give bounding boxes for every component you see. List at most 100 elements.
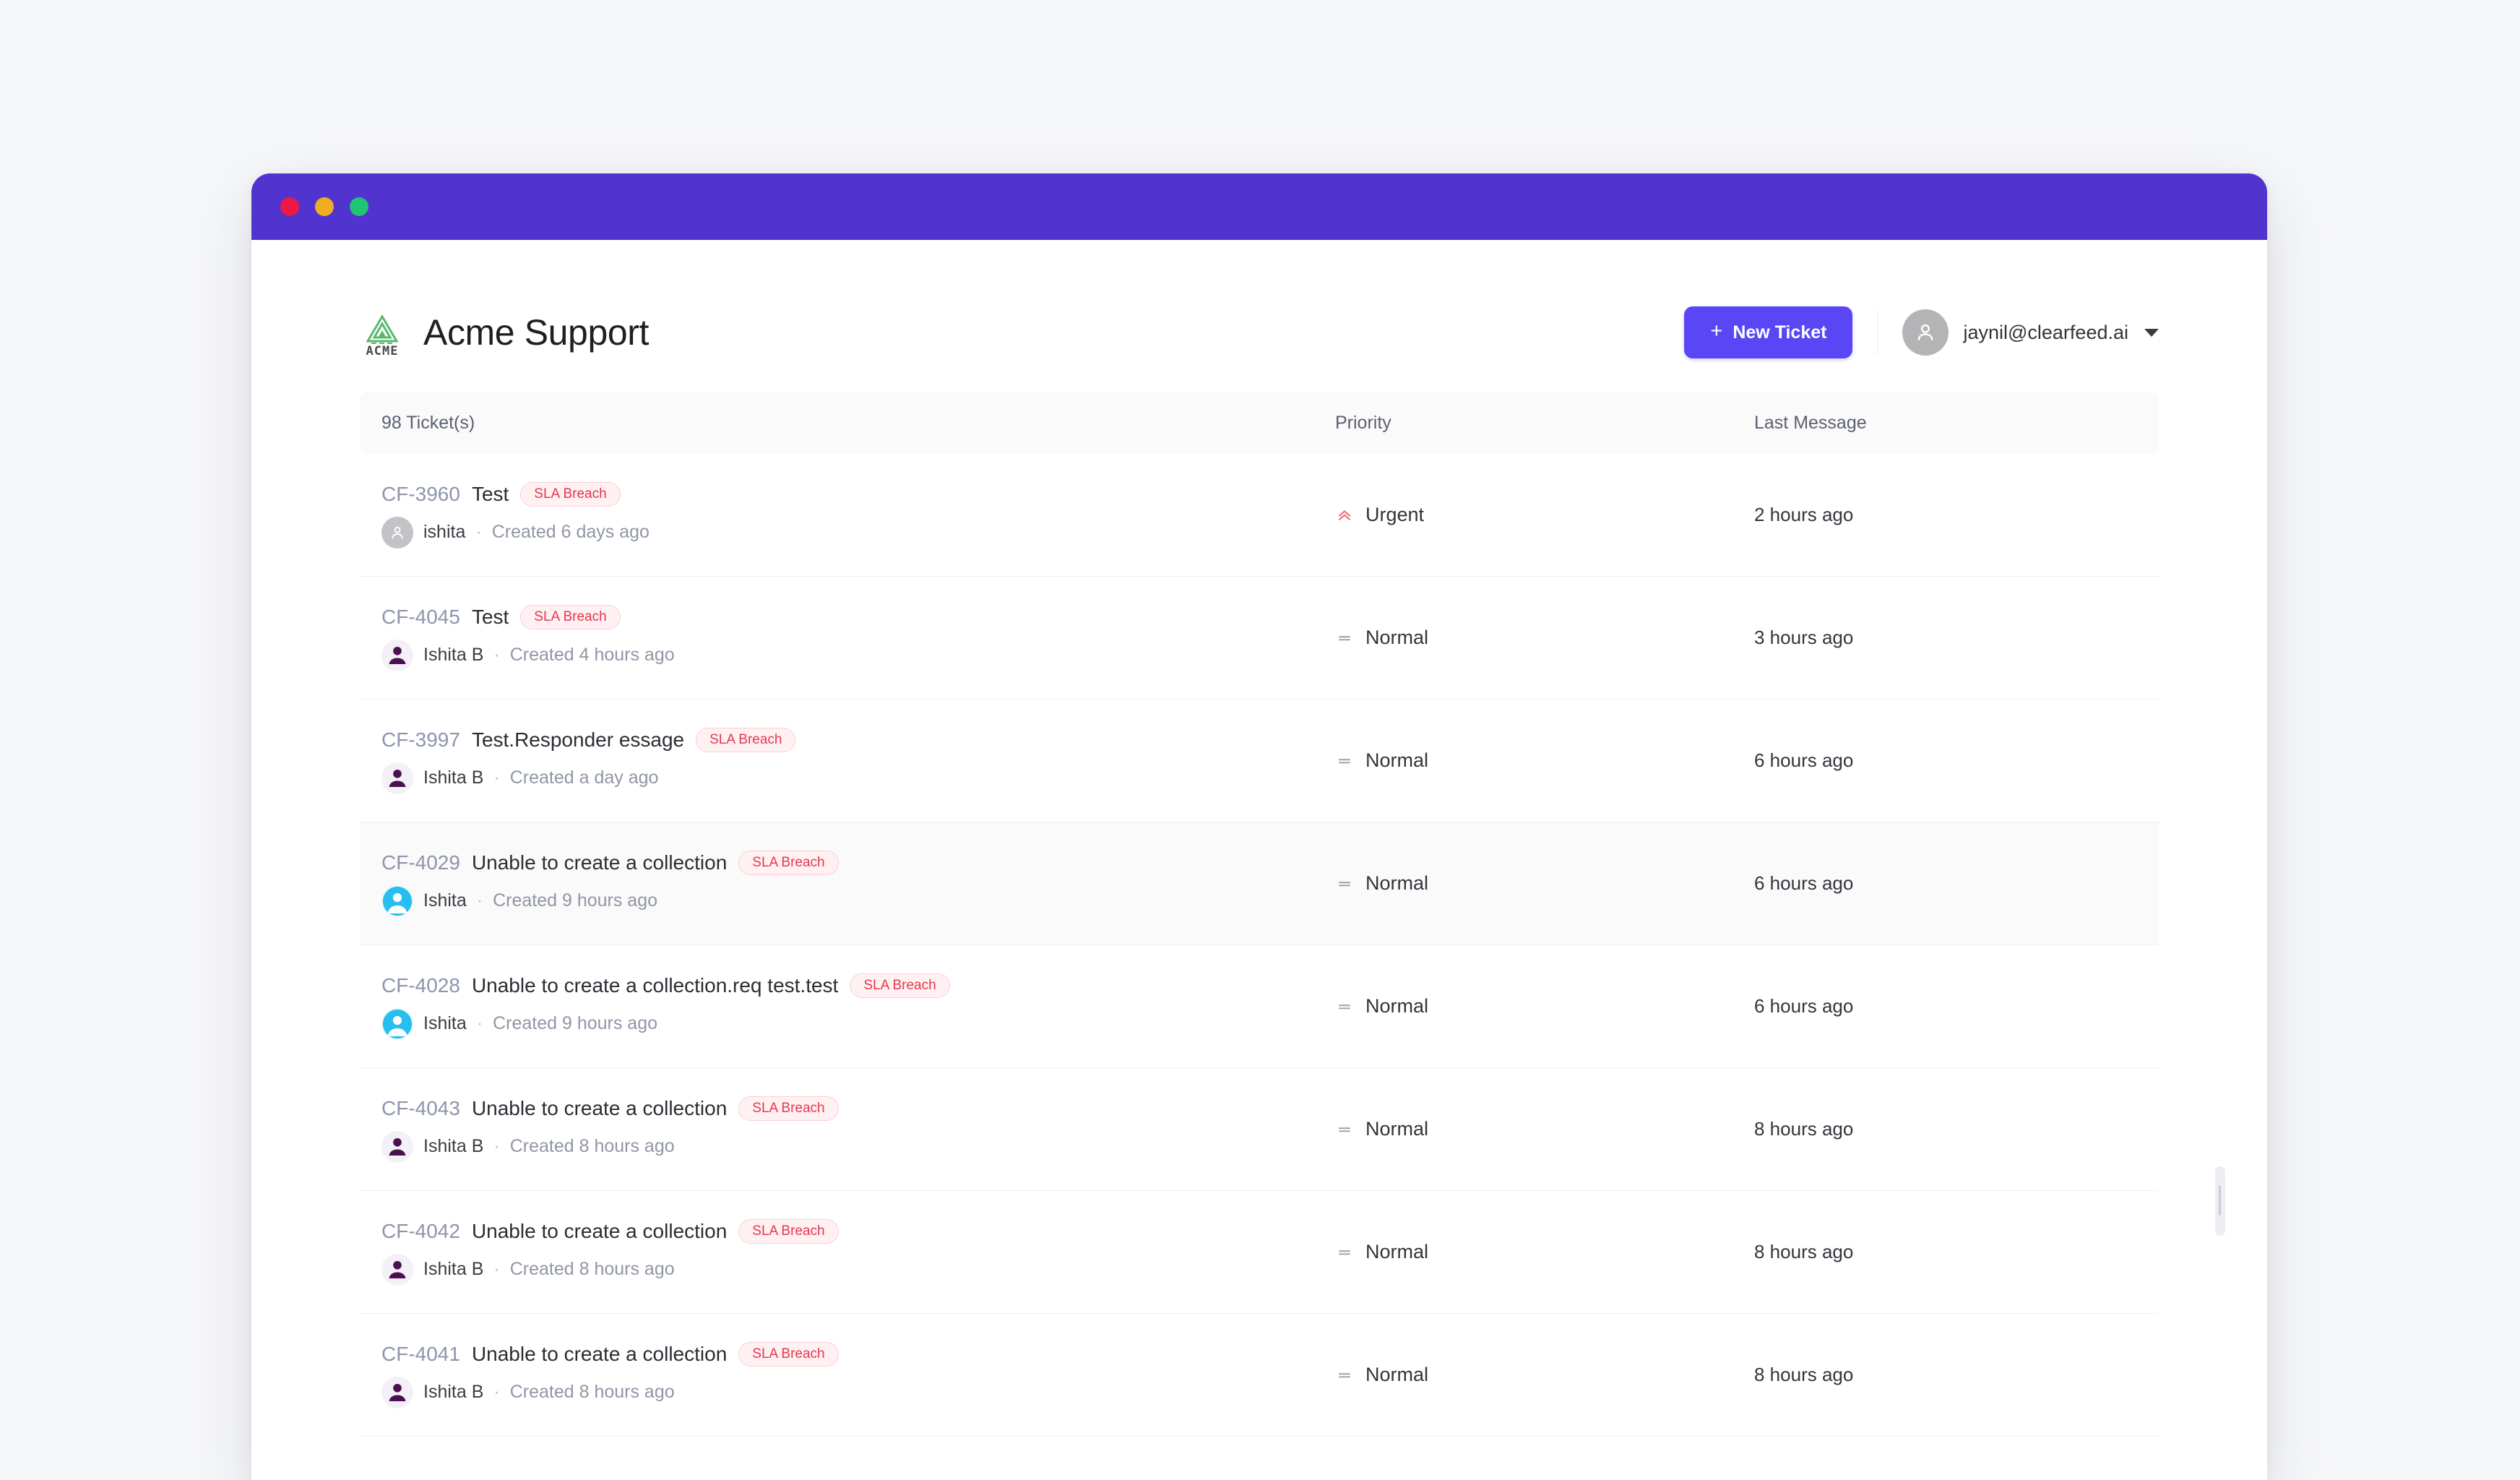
avatar <box>381 1130 413 1163</box>
ticket-title-line: CF-4042 Unable to create a collection SLA … <box>381 1218 1335 1244</box>
ticket-meta-line: Ishita B · Created 8 hours ago <box>381 1253 1335 1286</box>
column-header-tickets: 98 Ticket(s) <box>381 412 475 433</box>
ticket-id: CF-4029 <box>381 851 460 874</box>
column-header-last-message: Last Message <box>1754 412 1867 433</box>
ticket-created: Created 6 days ago <box>491 522 650 542</box>
ticket-title: Unable to create a collection <box>471 1342 728 1365</box>
priority-cell: Normal <box>1335 995 1754 1018</box>
ticket-title-line: CF-4045 Test SLA Breach <box>381 604 1335 629</box>
new-ticket-button[interactable]: + New Ticket <box>1684 306 1853 358</box>
header-divider <box>1877 310 1878 355</box>
meta-separator: · <box>493 1259 500 1279</box>
priority-cell: Normal <box>1335 749 1754 772</box>
close-window-button[interactable] <box>280 197 299 216</box>
ticket-author: Ishita <box>423 1013 467 1033</box>
meta-separator: · <box>493 1382 500 1402</box>
ticket-id: CF-4043 <box>381 1096 460 1119</box>
equals-icon <box>1335 997 1354 1016</box>
avatar <box>381 762 413 794</box>
priority-label: Normal <box>1365 1241 1429 1262</box>
ticket-created: Created 8 hours ago <box>509 1136 675 1156</box>
ticket-created: Created 4 hours ago <box>509 645 675 665</box>
table-row[interactable]: CF-3997 Test.Responder essage SLA Breach Is… <box>360 700 2159 822</box>
meta-separator: · <box>475 522 482 542</box>
priority-cell: Urgent <box>1335 504 1754 526</box>
avatar <box>1902 309 1949 356</box>
ticket-title: Unable to create a collection <box>471 1096 728 1119</box>
ticket-meta-line: Ishita · Created 9 hours ago <box>381 1007 1335 1040</box>
avatar <box>381 516 413 548</box>
ticket-cell: CF-3997 Test.Responder essage SLA Breach Is… <box>360 727 1335 794</box>
table-row[interactable]: CF-4028 Unable to create a collection.req… <box>360 945 2159 1068</box>
ticket-cell: CF-4045 Test SLA Breach Ishita B · Created 4 … <box>360 604 1335 671</box>
meta-separator: · <box>493 767 500 788</box>
priority-cell: Normal <box>1335 1241 1754 1263</box>
ticket-meta-line: Ishita · Created 9 hours ago <box>381 885 1335 917</box>
maximize-window-button[interactable] <box>350 197 368 216</box>
ticket-author: Ishita B <box>423 1259 484 1279</box>
ticket-title-line: CF-4028 Unable to create a collection.req… <box>381 973 1335 998</box>
ticket-id: CF-3960 <box>381 482 460 505</box>
last-message-cell: 8 hours ago <box>1754 1118 1854 1140</box>
ticket-cell: CF-4043 Unable to create a collection SLA … <box>360 1096 1335 1163</box>
acme-logo-icon: ACME <box>360 307 405 358</box>
chevron-down-icon <box>2144 328 2159 337</box>
ticket-created: Created 8 hours ago <box>509 1259 675 1279</box>
ticket-title-line: CF-4043 Unable to create a collection SLA … <box>381 1096 1335 1121</box>
table-row[interactable]: CF-4043 Unable to create a collection SLA … <box>360 1068 2159 1191</box>
equals-icon <box>1335 1120 1354 1139</box>
last-message-cell: 6 hours ago <box>1754 749 1854 771</box>
ticket-author: Ishita B <box>423 1136 484 1156</box>
table-row[interactable]: CF-4045 Test SLA Breach Ishita B · Created 4 … <box>360 577 2159 700</box>
app-content: ACME Acme Support + New Ticket jaynil@cl… <box>251 240 2267 1480</box>
table-row[interactable]: CF-4042 Unable to create a collection SLA … <box>360 1191 2159 1314</box>
tickets-table: 98 Ticket(s) Priority Last Message CF-39… <box>360 392 2159 1437</box>
ticket-title-line: CF-3997 Test.Responder essage SLA Breach <box>381 727 1335 752</box>
ticket-title: Unable to create a collection.req test.t… <box>471 973 839 997</box>
avatar <box>381 1007 413 1040</box>
last-message-cell: 2 hours ago <box>1754 504 1854 525</box>
header-actions: + New Ticket jaynil@clearfeed.ai <box>1684 306 2159 358</box>
ticket-title: Test <box>471 482 509 505</box>
ticket-title: Test.Responder essage <box>471 728 685 751</box>
user-menu[interactable]: jaynil@clearfeed.ai <box>1902 309 2159 356</box>
ticket-created: Created a day ago <box>509 767 659 788</box>
priority-cell: Normal <box>1335 872 1754 895</box>
meta-separator: · <box>493 645 500 665</box>
equals-icon <box>1335 1366 1354 1385</box>
ticket-title: Test <box>471 605 509 628</box>
priority-label: Urgent <box>1365 504 1425 525</box>
priority-label: Normal <box>1365 1118 1429 1140</box>
ticket-created: Created 9 hours ago <box>493 1013 658 1033</box>
priority-label: Normal <box>1365 1364 1429 1385</box>
table-row[interactable]: CF-4041 Unable to create a collection SLA … <box>360 1314 2159 1437</box>
last-message-cell: 3 hours ago <box>1754 627 1854 648</box>
table-row[interactable]: CF-4029 Unable to create a collection SLA … <box>360 822 2159 945</box>
meta-separator: · <box>476 890 483 911</box>
plus-icon: + <box>1710 319 1723 343</box>
ticket-title-line: CF-4029 Unable to create a collection SLA … <box>381 850 1335 875</box>
equals-icon <box>1335 1243 1354 1262</box>
priority-label: Normal <box>1365 872 1429 894</box>
status-badge: SLA Breach <box>738 850 839 875</box>
page-title: Acme Support <box>423 312 650 353</box>
ticket-author: Ishita B <box>423 645 484 665</box>
priority-label: Normal <box>1365 627 1429 648</box>
table-row[interactable]: CF-3960 Test SLA Breach ishita · Created 6 da… <box>360 454 2159 577</box>
ticket-cell: CF-4029 Unable to create a collection SLA … <box>360 850 1335 917</box>
priority-cell: Normal <box>1335 1118 1754 1140</box>
ticket-author: Ishita <box>423 890 467 911</box>
priority-label: Normal <box>1365 995 1429 1017</box>
scrollbar-thumb[interactable] <box>2215 1166 2225 1236</box>
avatar <box>381 639 413 671</box>
ticket-created: Created 8 hours ago <box>509 1382 675 1402</box>
ticket-id: CF-4041 <box>381 1342 460 1365</box>
minimize-window-button[interactable] <box>315 197 334 216</box>
equals-icon <box>1335 629 1354 648</box>
status-badge: SLA Breach <box>850 973 950 998</box>
column-header-priority: Priority <box>1335 412 1391 433</box>
ticket-created: Created 9 hours ago <box>493 890 658 911</box>
status-badge: SLA Breach <box>738 1218 839 1244</box>
ticket-id: CF-4045 <box>381 605 460 628</box>
ticket-cell: CF-3960 Test SLA Breach ishita · Created 6 da… <box>360 481 1335 548</box>
